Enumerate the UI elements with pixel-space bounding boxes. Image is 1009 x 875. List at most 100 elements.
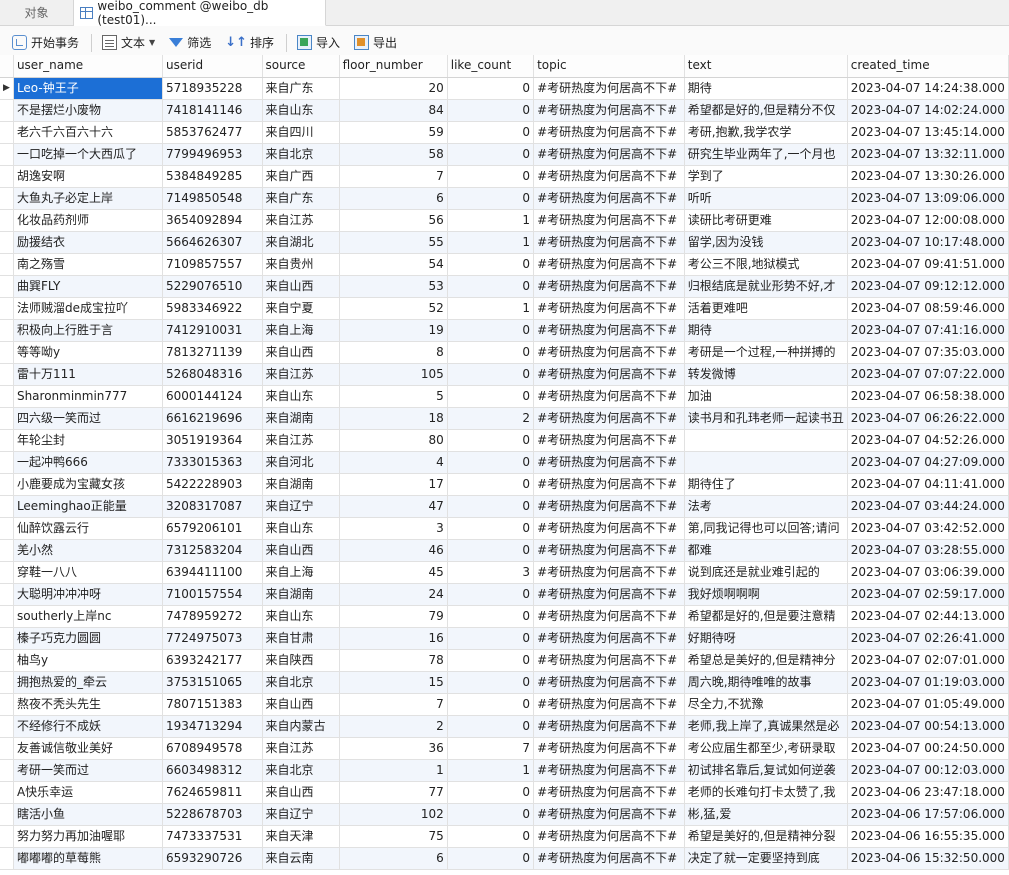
cell-text[interactable]: 期待 — [684, 319, 848, 342]
cell-created-time[interactable]: 2023-04-07 06:58:38.000 — [847, 385, 1009, 408]
cell-user-name[interactable]: 熬夜不秃头先生 — [13, 693, 163, 716]
cell-like-count[interactable]: 3 — [447, 561, 535, 584]
cell-topic[interactable]: #考研热度为何居高不下# — [533, 121, 685, 144]
cell-source[interactable]: 来自广东 — [262, 77, 340, 100]
cell-userid[interactable]: 7333015363 — [162, 451, 263, 474]
cell-like-count[interactable]: 0 — [447, 341, 535, 364]
cell-userid[interactable]: 5983346922 — [162, 297, 263, 320]
cell-floor-number[interactable]: 80 — [339, 429, 448, 452]
cell-userid[interactable]: 7312583204 — [162, 539, 263, 562]
row-indicator[interactable] — [0, 583, 14, 606]
row-indicator[interactable] — [0, 495, 14, 518]
cell-text[interactable]: 我好烦啊啊啊 — [684, 583, 848, 606]
cell-user-name[interactable]: 化妆品药剂师 — [13, 209, 163, 232]
cell-floor-number[interactable]: 15 — [339, 671, 448, 694]
row-indicator[interactable] — [0, 693, 14, 716]
cell-floor-number[interactable]: 20 — [339, 77, 448, 100]
cell-user-name[interactable]: 柚鸟y — [13, 649, 163, 672]
cell-like-count[interactable]: 7 — [447, 737, 535, 760]
cell-topic[interactable]: #考研热度为何居高不下# — [533, 781, 685, 804]
cell-topic[interactable]: #考研热度为何居高不下# — [533, 209, 685, 232]
cell-topic[interactable]: #考研热度为何居高不下# — [533, 429, 685, 452]
row-indicator[interactable] — [0, 847, 14, 870]
column-header-userid[interactable]: userid — [162, 55, 263, 78]
column-header-like-count[interactable]: like_count — [447, 55, 535, 78]
cell-topic[interactable]: #考研热度为何居高不下# — [533, 693, 685, 716]
cell-userid[interactable]: 1934713294 — [162, 715, 263, 738]
cell-text[interactable]: 说到底还是就业难引起的 — [684, 561, 848, 584]
cell-source[interactable]: 来自甘肃 — [262, 627, 340, 650]
cell-source[interactable]: 来自湖南 — [262, 583, 340, 606]
cell-like-count[interactable]: 0 — [447, 99, 535, 122]
table-row[interactable]: 年轮尘封 3051919364 来自江苏 80 0 #考研热度为何居高不下# 2023-04… — [0, 429, 1009, 452]
cell-created-time[interactable]: 2023-04-07 04:27:09.000 — [847, 451, 1009, 474]
cell-source[interactable]: 来自北京 — [262, 143, 340, 166]
cell-user-name[interactable]: 积极向上行胜于言 — [13, 319, 163, 342]
column-header-floor-number[interactable]: floor_number — [339, 55, 448, 78]
cell-userid[interactable]: 6579206101 — [162, 517, 263, 540]
cell-source[interactable]: 来自贵州 — [262, 253, 340, 276]
cell-topic[interactable]: #考研热度为何居高不下# — [533, 627, 685, 650]
cell-text[interactable] — [684, 451, 848, 474]
cell-topic[interactable]: #考研热度为何居高不下# — [533, 319, 685, 342]
cell-floor-number[interactable]: 2 — [339, 715, 448, 738]
table-row[interactable]: 羌小然 7312583204 来自山西 46 0 #考研热度为何居高不下# 都难 2023-0… — [0, 539, 1009, 562]
row-indicator[interactable] — [0, 539, 14, 562]
cell-user-name[interactable]: 友善诚信敬业美好 — [13, 737, 163, 760]
cell-topic[interactable]: #考研热度为何居高不下# — [533, 451, 685, 474]
cell-created-time[interactable]: 2023-04-07 07:07:22.000 — [847, 363, 1009, 386]
filter-button[interactable]: 筛选 — [165, 31, 215, 55]
column-header-text[interactable]: text — [684, 55, 848, 78]
cell-created-time[interactable]: 2023-04-07 01:05:49.000 — [847, 693, 1009, 716]
cell-text[interactable]: 活着更难吧 — [684, 297, 848, 320]
cell-floor-number[interactable]: 17 — [339, 473, 448, 496]
cell-created-time[interactable]: 2023-04-06 23:47:18.000 — [847, 781, 1009, 804]
cell-topic[interactable]: #考研热度为何居高不下# — [533, 363, 685, 386]
cell-like-count[interactable]: 0 — [447, 253, 535, 276]
cell-topic[interactable]: #考研热度为何居高不下# — [533, 99, 685, 122]
cell-created-time[interactable]: 2023-04-07 13:30:26.000 — [847, 165, 1009, 188]
cell-source[interactable]: 来自江苏 — [262, 363, 340, 386]
cell-created-time[interactable]: 2023-04-07 01:19:03.000 — [847, 671, 1009, 694]
table-row[interactable]: 考研一笑而过 6603498312 来自北京 1 1 #考研热度为何居高不下# 初试排名靠后… — [0, 759, 1009, 782]
cell-created-time[interactable]: 2023-04-07 13:45:14.000 — [847, 121, 1009, 144]
row-indicator[interactable] — [0, 341, 14, 364]
cell-userid[interactable]: 7624659811 — [162, 781, 263, 804]
cell-userid[interactable]: 7418141146 — [162, 99, 263, 122]
cell-created-time[interactable]: 2023-04-07 09:41:51.000 — [847, 253, 1009, 276]
cell-userid[interactable]: 7473337531 — [162, 825, 263, 848]
cell-user-name[interactable]: 嘟嘟嘟的草莓熊 — [13, 847, 163, 870]
cell-created-time[interactable]: 2023-04-07 08:59:46.000 — [847, 297, 1009, 320]
data-grid[interactable]: user_name userid source floor_number lik… — [0, 55, 1009, 875]
cell-like-count[interactable]: 0 — [447, 275, 535, 298]
table-row[interactable]: 拥抱热爱的_牵云 3753151065 来自北京 15 0 #考研热度为何居高不下# 周六晚… — [0, 671, 1009, 694]
column-header-created-time[interactable]: created_time — [847, 55, 1009, 78]
table-row[interactable]: Leeminghao正能量 3208317087 来自辽宁 47 0 #考研热度为何居高不… — [0, 495, 1009, 518]
cell-floor-number[interactable]: 53 — [339, 275, 448, 298]
cell-topic[interactable]: #考研热度为何居高不下# — [533, 847, 685, 870]
table-row[interactable]: 一起冲鸭666 7333015363 来自河北 4 0 #考研热度为何居高不下# 2023-… — [0, 451, 1009, 474]
cell-text[interactable]: 考公应届生都至少,考研录取 — [684, 737, 848, 760]
cell-floor-number[interactable]: 59 — [339, 121, 448, 144]
row-indicator[interactable] — [0, 715, 14, 738]
row-indicator[interactable] — [0, 319, 14, 342]
cell-source[interactable]: 来自内蒙古 — [262, 715, 340, 738]
cell-like-count[interactable]: 0 — [447, 803, 535, 826]
cell-topic[interactable]: #考研热度为何居高不下# — [533, 231, 685, 254]
cell-topic[interactable]: #考研热度为何居高不下# — [533, 671, 685, 694]
cell-floor-number[interactable]: 6 — [339, 187, 448, 210]
table-row[interactable]: ▶ Leo-钟王子 5718935228 来自广东 20 0 #考研热度为何居高不下# 期待 2… — [0, 77, 1009, 100]
row-indicator[interactable] — [0, 363, 14, 386]
cell-source[interactable]: 来自河北 — [262, 451, 340, 474]
cell-text[interactable]: 研究生毕业两年了,一个月也 — [684, 143, 848, 166]
row-indicator[interactable] — [0, 561, 14, 584]
cell-topic[interactable]: #考研热度为何居高不下# — [533, 143, 685, 166]
cell-source[interactable]: 来自山东 — [262, 99, 340, 122]
cell-created-time[interactable]: 2023-04-07 14:24:38.000 — [847, 77, 1009, 100]
cell-floor-number[interactable]: 105 — [339, 363, 448, 386]
cell-created-time[interactable]: 2023-04-06 15:32:50.000 — [847, 847, 1009, 870]
cell-userid[interactable]: 5853762477 — [162, 121, 263, 144]
column-header-user-name[interactable]: user_name — [13, 55, 163, 78]
cell-floor-number[interactable]: 24 — [339, 583, 448, 606]
cell-like-count[interactable]: 1 — [447, 759, 535, 782]
